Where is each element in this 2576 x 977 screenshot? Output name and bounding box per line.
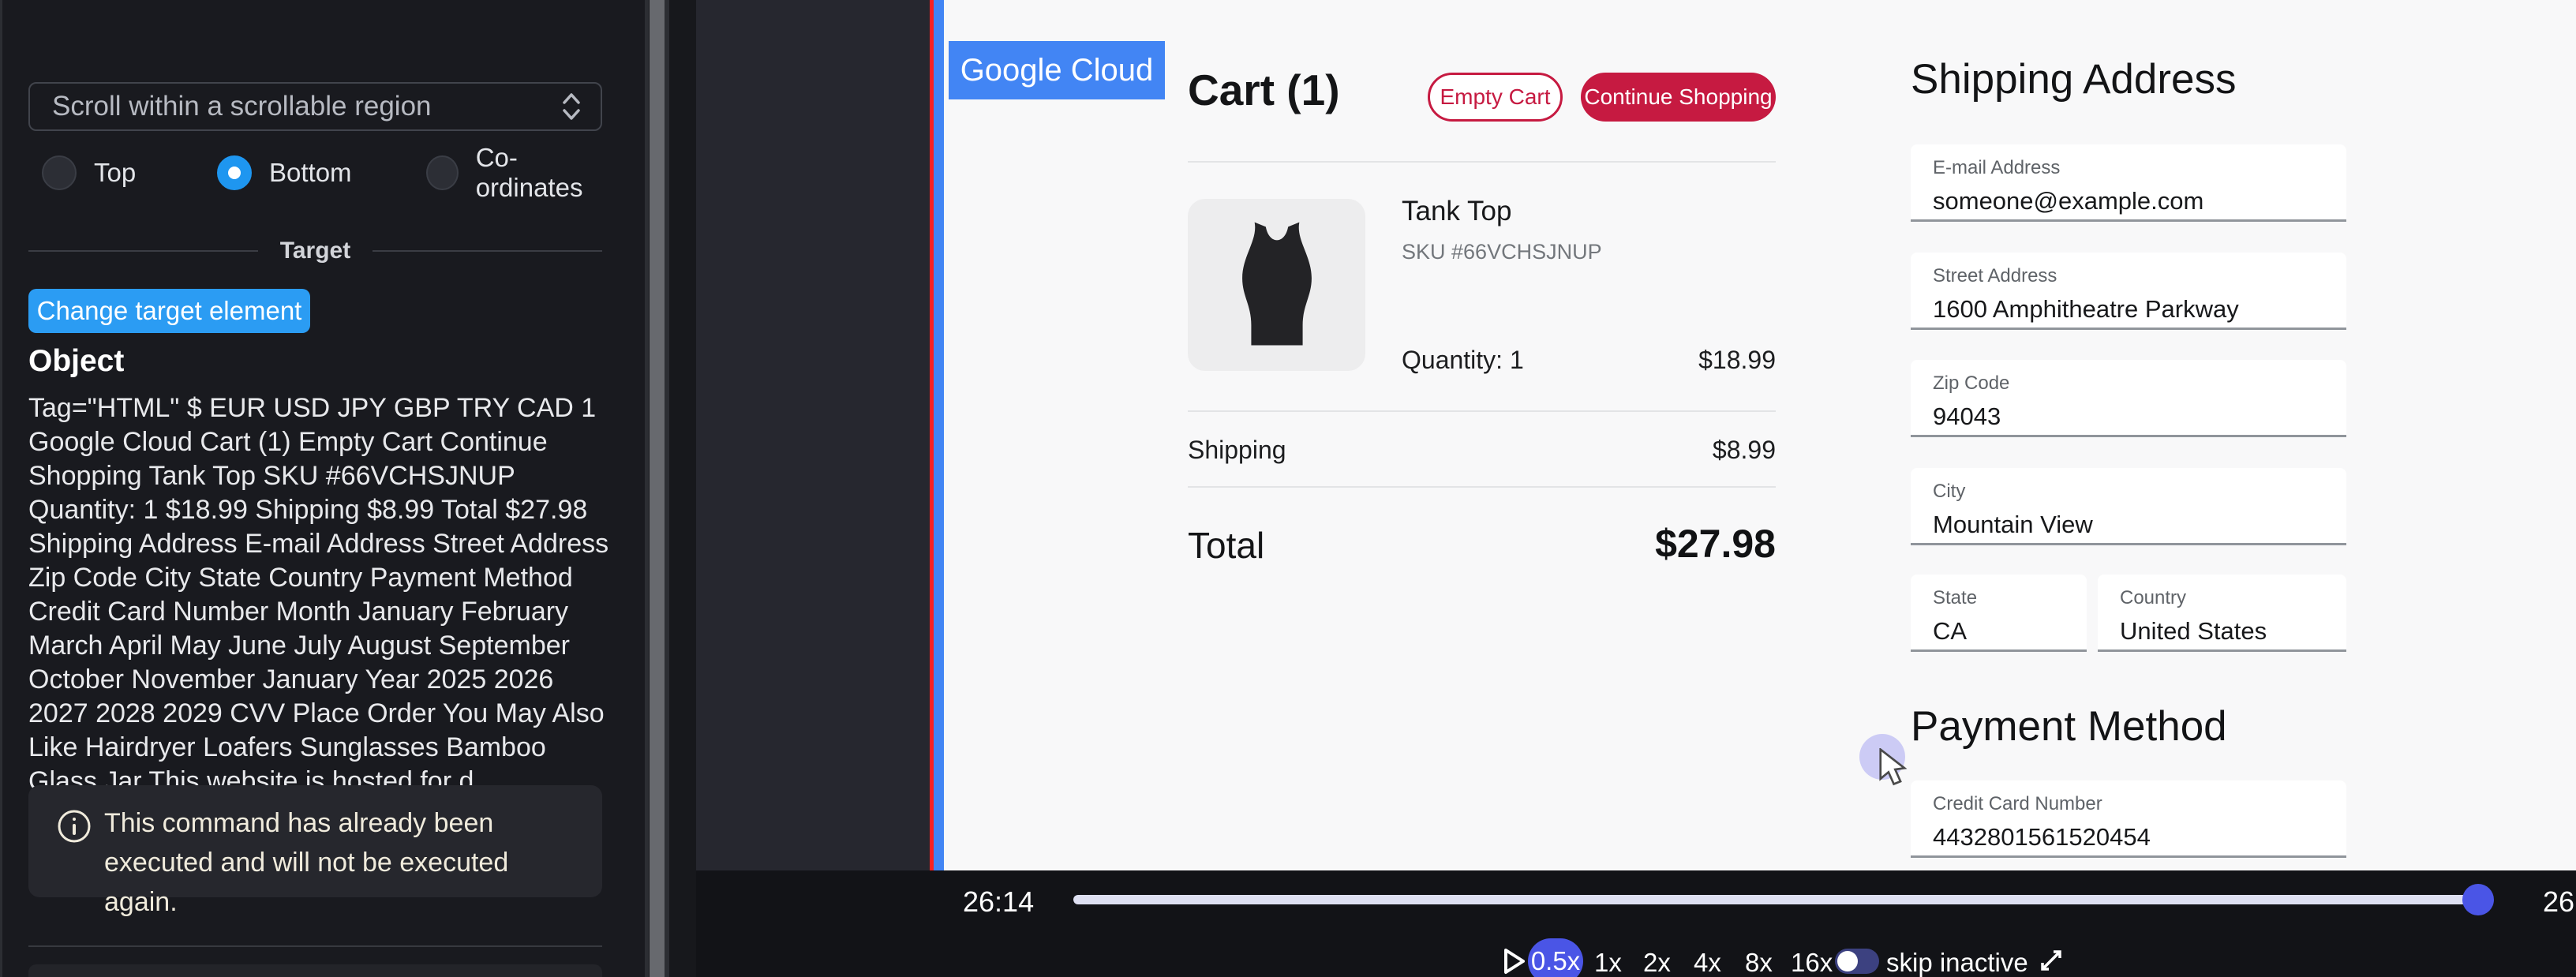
city-field-value: Mountain View [1933, 511, 2346, 539]
cart-divider [1188, 410, 1776, 412]
speed-chip-8x[interactable]: 8x [1745, 948, 1773, 977]
zip-field-label: Zip Code [1933, 372, 2346, 395]
product-price: $18.99 [1698, 346, 1776, 375]
speed-chip-1x[interactable]: 1x [1594, 948, 1622, 977]
command-sidebar: Scroll within a scrollable region Top Bo… [0, 0, 647, 977]
gutter-line [665, 0, 669, 977]
replay-webpage: Google Cloud Cart (1) Empty Cart Continu… [944, 0, 2576, 870]
info-icon [57, 809, 92, 844]
country-field-label: Country [2120, 587, 2346, 609]
zip-field[interactable]: Zip Code 94043 [1911, 360, 2346, 437]
product-quantity: Quantity: 1 [1402, 346, 1524, 375]
info-banner: This command has already been executed a… [28, 785, 602, 897]
city-field[interactable]: City Mountain View [1911, 468, 2346, 545]
product-sku: SKU #66VCHSJNUP [1402, 240, 1602, 264]
play-icon[interactable] [1498, 945, 1530, 977]
credit-card-field-value: 4432801561520454 [1933, 823, 2346, 852]
credit-card-field[interactable]: Credit Card Number 4432801561520454 [1911, 780, 2346, 858]
command-type-value: Scroll within a scrollable region [52, 91, 561, 122]
email-field-label: E-mail Address [1933, 157, 2346, 179]
street-field-value: 1600 Amphitheatre Parkway [1933, 295, 2346, 324]
state-field-value: CA [1933, 617, 2087, 646]
radio-bottom[interactable]: Bottom [217, 152, 352, 194]
state-field[interactable]: State CA [1911, 575, 2087, 652]
scrollbar-thumb[interactable] [650, 0, 665, 977]
continue-shopping-button[interactable]: Continue Shopping [1581, 73, 1776, 122]
replay-player-bar: 26:14 26:1 0.5x 1x 2x 4x 8x 16x skip ina… [696, 870, 2576, 977]
cart-title: Cart (1) [1188, 65, 1340, 115]
street-field[interactable]: Street Address 1600 Amphitheatre Parkway [1911, 253, 2346, 330]
chevron-updown-icon [561, 91, 582, 122]
sidebar-scrollbar-gutter [645, 0, 696, 977]
cart-divider [1188, 161, 1776, 163]
app-window: Scroll within a scrollable region Top Bo… [0, 0, 2576, 977]
radio-top-label: Top [94, 158, 136, 188]
current-time: 26:14 [963, 885, 1034, 919]
command-type-select[interactable]: Scroll within a scrollable region [28, 82, 602, 131]
country-field[interactable]: Country United States [2098, 575, 2346, 652]
radio-coordinates-dot [426, 155, 459, 190]
divider-line [28, 250, 258, 252]
brand-badge: Google Cloud [949, 41, 1165, 99]
speed-chip-4x[interactable]: 4x [1694, 948, 1721, 977]
shipping-address-heading: Shipping Address [1911, 55, 2237, 103]
expand-icon[interactable] [2036, 945, 2066, 975]
radio-bottom-label: Bottom [269, 158, 352, 188]
object-description: Tag="HTML" $ EUR USD JPY GBP TRY CAD 1 G… [28, 391, 612, 799]
end-time: 26:1 [2543, 885, 2576, 919]
sidebar-bottom-divider [28, 945, 602, 947]
payment-method-heading: Payment Method [1911, 702, 2227, 751]
tank-top-image [1218, 218, 1336, 352]
toggle-knob [1837, 951, 1858, 971]
radio-coordinates-label: Co-ordinates [476, 143, 612, 203]
scroll-position-radio-group: Top Bottom Co-ordinates [28, 152, 612, 194]
country-field-value: United States [2120, 617, 2346, 646]
shipping-value: $8.99 [1713, 436, 1776, 465]
skip-inactive-toggle[interactable] [1835, 949, 1879, 974]
change-target-button[interactable]: Change target element [28, 289, 310, 333]
timeline-slider[interactable] [1073, 895, 2486, 904]
total-value: $27.98 [1655, 521, 1776, 567]
divider-line [373, 250, 602, 252]
product-image [1188, 199, 1365, 371]
speed-chip-0-5x[interactable]: 0.5x [1528, 938, 1583, 977]
product-name: Tank Top [1402, 196, 1511, 227]
radio-bottom-dot [217, 155, 252, 190]
zip-field-value: 94043 [1933, 402, 2346, 431]
speed-chip-2x[interactable]: 2x [1643, 948, 1671, 977]
object-heading: Object [28, 344, 124, 379]
credit-card-field-label: Credit Card Number [1933, 793, 2346, 815]
timeline-slider-handle[interactable] [2462, 884, 2494, 915]
radio-top[interactable]: Top [42, 152, 136, 194]
target-section-label: Target [280, 238, 350, 264]
shipping-label: Shipping [1188, 436, 1286, 465]
state-field-label: State [1933, 587, 2087, 609]
target-element-highlight [934, 0, 944, 870]
skip-inactive-label: skip inactive [1886, 948, 2028, 977]
sidebar-next-section-edge [28, 964, 602, 977]
total-label: Total [1188, 524, 1264, 567]
street-field-label: Street Address [1933, 265, 2346, 287]
cart-divider [1188, 486, 1776, 488]
city-field-label: City [1933, 481, 2346, 503]
cursor-icon [1877, 748, 1916, 791]
gutter-line [645, 0, 649, 977]
empty-cart-button[interactable]: Empty Cart [1428, 73, 1563, 122]
speed-chip-16x[interactable]: 16x [1791, 948, 1833, 977]
info-banner-text: This command has already been executed a… [104, 803, 562, 922]
email-field[interactable]: E-mail Address someone@example.com [1911, 144, 2346, 222]
email-field-value: someone@example.com [1933, 187, 2346, 215]
radio-coordinates[interactable]: Co-ordinates [426, 152, 612, 194]
target-section-divider: Target [28, 237, 602, 265]
radio-top-dot [42, 155, 77, 190]
